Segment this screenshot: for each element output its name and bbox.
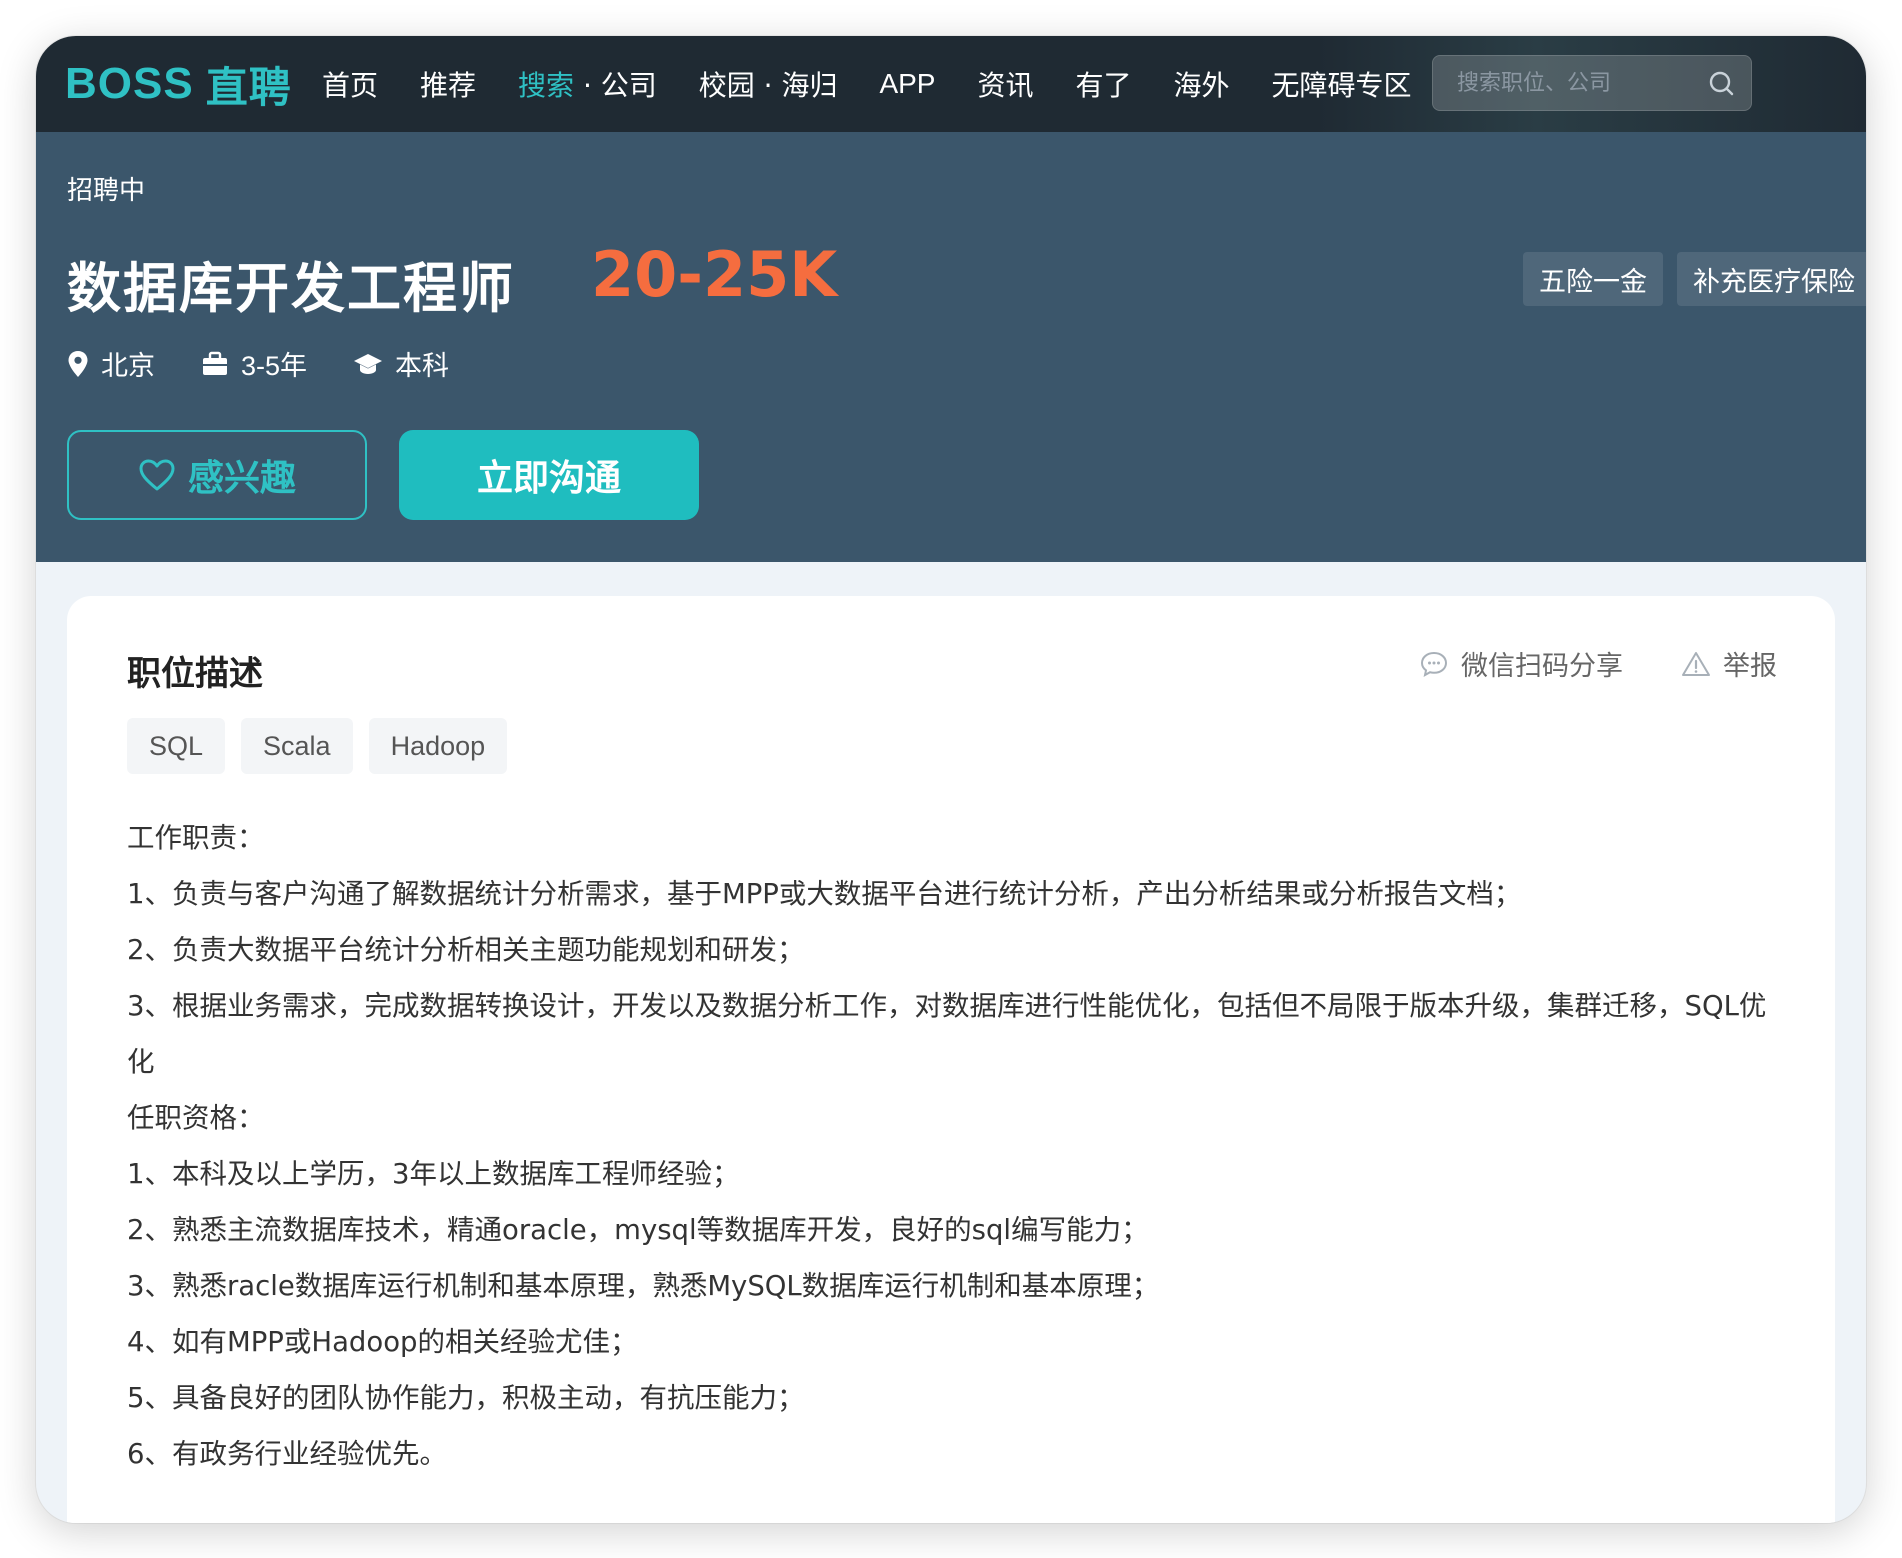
- nav-item-recommend[interactable]: 推荐: [420, 64, 476, 104]
- warning-icon: [1682, 651, 1710, 676]
- experience-text: 3-5年: [241, 351, 308, 381]
- description-line: 6、有政务行业经验优先。: [127, 1438, 447, 1470]
- logo-cjk: 直聘: [205, 62, 292, 112]
- nav-menu: 首页 推荐 搜索 · 公司 校园 · 海归 APP 资讯 有了 海外 无障碍专区: [322, 36, 1454, 132]
- wechat-share-button[interactable]: 微信扫码分享: [1419, 644, 1623, 683]
- description-text: 工作职责： 1、负责与客户沟通了解数据统计分析需求，基于MPP或大数据平台进行统…: [127, 810, 1787, 1482]
- description-line: 2、负责大数据平台统计分析相关主题功能规划和研发；: [127, 934, 805, 966]
- description-line: 4、如有MPP或Hadoop的相关经验尤佳；: [127, 1326, 638, 1358]
- description-line: 5、具备良好的团队协作能力，积极主动，有抗压能力；: [127, 1382, 805, 1414]
- browser-window: BOSS 直聘 首页 推荐 搜索 · 公司 校园 · 海归 APP 资讯 有了 …: [36, 36, 1866, 1523]
- benefit-tag: 五险一金: [1523, 252, 1663, 306]
- benefit-tags: 五险一金 补充医疗保险: [1523, 252, 1866, 306]
- nav-item-home[interactable]: 首页: [322, 64, 378, 104]
- skill-tags: SQL Scala Hadoop: [127, 718, 523, 774]
- job-status: 招聘中: [67, 176, 146, 206]
- search-input[interactable]: [1457, 56, 1687, 110]
- heart-icon: [139, 459, 175, 491]
- chat-bubble-icon: [1420, 651, 1448, 677]
- description-title: 职位描述: [127, 654, 263, 694]
- top-navbar: BOSS 直聘 首页 推荐 搜索 · 公司 校园 · 海归 APP 资讯 有了 …: [36, 36, 1866, 132]
- report-button[interactable]: 举报: [1681, 644, 1777, 683]
- search-box: [1432, 55, 1752, 111]
- interest-label: 感兴趣: [187, 458, 296, 499]
- description-line: 工作职责：: [127, 822, 265, 854]
- benefit-tag: 补充医疗保险: [1677, 252, 1866, 306]
- card-actions: 微信扫码分享 举报: [1361, 644, 1777, 683]
- nav-item-app[interactable]: APP: [879, 68, 935, 100]
- graduation-cap-icon: [354, 353, 383, 374]
- nav-item-news[interactable]: 资讯: [977, 64, 1033, 104]
- skill-tag: Hadoop: [368, 718, 508, 774]
- description-line: 3、根据业务需求，完成数据转换设计，开发以及数据分析工作，对数据库进行性能优化，…: [127, 990, 1767, 1078]
- logo-latin: BOSS: [65, 59, 194, 108]
- job-header: 招聘中 数据库开发工程师 20-25K 五险一金 补充医疗保险 北京 3-5年 …: [36, 132, 1866, 562]
- nav-item-campus[interactable]: 校园 · 海归: [699, 64, 838, 104]
- skill-tag: SQL: [127, 718, 226, 774]
- education-text: 本科: [395, 351, 450, 382]
- chat-label: 立即沟通: [476, 458, 621, 499]
- nav-item-overseas[interactable]: 海外: [1174, 64, 1230, 104]
- description-line: 1、负责与客户沟通了解数据统计分析需求，基于MPP或大数据平台进行统计分析，产出…: [127, 878, 1522, 910]
- meta-experience: 3-5年: [201, 344, 307, 383]
- nav-item-search-active[interactable]: 搜索: [518, 69, 574, 102]
- job-meta: 北京 3-5年 本科: [67, 344, 495, 383]
- share-label: 微信扫码分享: [1461, 651, 1623, 682]
- description-line: 2、熟悉主流数据库技术，精通oracle，mysql等数据库开发，良好的sql编…: [127, 1214, 1149, 1246]
- job-title: 数据库开发工程师: [67, 257, 515, 320]
- nav-item-company[interactable]: · 公司: [574, 69, 657, 102]
- job-salary: 20-25K: [591, 238, 838, 311]
- boss-logo[interactable]: BOSS 直聘: [65, 58, 292, 112]
- location-text: 北京: [101, 351, 155, 382]
- nav-item-youle[interactable]: 有了: [1076, 64, 1132, 104]
- skill-tag: Scala: [241, 718, 353, 774]
- nav-item-search-company[interactable]: 搜索 · 公司: [518, 64, 657, 104]
- location-pin-icon: [68, 350, 88, 377]
- nav-item-accessibility[interactable]: 无障碍专区: [1272, 64, 1412, 104]
- description-line: 任职资格：: [127, 1102, 265, 1134]
- search-icon[interactable]: [1707, 69, 1737, 99]
- chat-now-button[interactable]: 立即沟通: [399, 430, 699, 520]
- report-label: 举报: [1723, 651, 1777, 682]
- meta-education: 本科: [353, 344, 449, 383]
- meta-location: 北京: [67, 344, 155, 383]
- description-line: 3、熟悉racle数据库运行机制和基本原理，熟悉MySQL数据库运行机制和基本原…: [127, 1270, 1160, 1302]
- job-description-card: 职位描述 微信扫码分享 举报 SQL Scala Hadoop 工作职责： 1、…: [67, 596, 1835, 1523]
- interest-button[interactable]: 感兴趣: [67, 430, 367, 520]
- briefcase-icon: [203, 351, 227, 375]
- description-line: 1、本科及以上学历，3年以上数据库工程师经验；: [127, 1158, 740, 1190]
